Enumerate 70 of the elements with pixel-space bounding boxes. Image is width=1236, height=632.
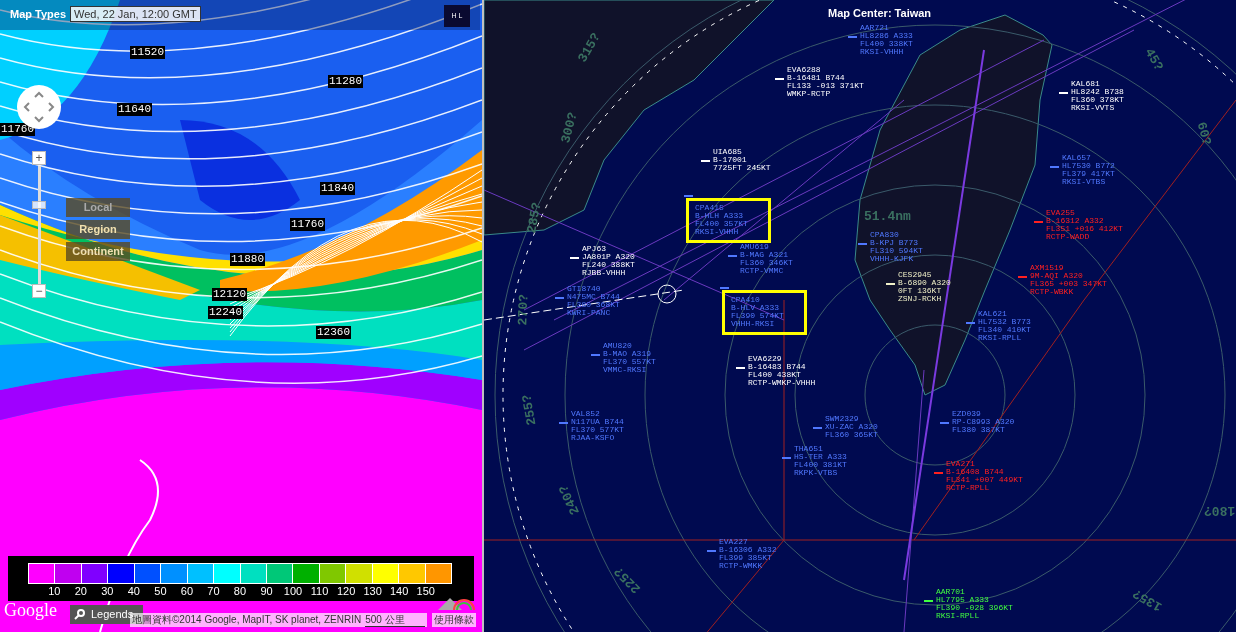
legend-label: 130 <box>363 585 382 598</box>
terms-link[interactable]: 使用條款 <box>432 613 476 627</box>
region-button[interactable]: Local <box>66 198 130 217</box>
scale-label: 500 公里 <box>365 613 425 627</box>
contour-label: 11280 <box>328 75 363 88</box>
contour-label: 12240 <box>208 306 243 319</box>
region-button[interactable]: Continent <box>66 242 130 261</box>
aircraft-data-block[interactable]: KAL681 HL8242 B738 FL360 378KT RKSI-VVTS <box>1071 80 1124 112</box>
zoom-out-button[interactable]: − <box>32 284 46 298</box>
legend-label: 140 <box>390 585 409 598</box>
map-title: Map Center: Taiwan <box>828 6 932 21</box>
arrows-icon <box>22 90 56 124</box>
aircraft-data-block[interactable]: UIA685 B-17001 7725FT 245KT <box>713 148 771 172</box>
legend-label: 20 <box>74 585 87 598</box>
legend-label: 120 <box>336 585 356 598</box>
contour-label: 12120 <box>212 288 247 301</box>
aircraft-data-block[interactable]: EVA271 B-16408 B744 FL341 +007 449KT RCTP-RPLL <box>946 460 1023 492</box>
range-label: 45? <box>1140 44 1168 75</box>
attribution-text: 地圖資料©2014 Google, MapIT, SK planet, ZENRIN <box>132 614 362 627</box>
aircraft-data-block[interactable]: EVA6288 B-16481 B744 FL133 -013 371KT WMKP-RCTP <box>787 66 864 98</box>
range-label: 270? <box>514 293 533 326</box>
legend-label: 100 <box>283 585 303 598</box>
contour-label: 12360 <box>316 326 351 339</box>
region-button[interactable]: Region <box>66 220 130 239</box>
aircraft-data-block[interactable]: AMU619 B-MAG A321 FL360 346KT RCTP-VMMC <box>740 243 793 275</box>
contour-label: 11840 <box>320 182 355 195</box>
range-label: 135? <box>1129 584 1166 616</box>
aircraft-data-block[interactable]: SWM2329 XU-ZAC A320 FL360 365KT <box>825 415 878 439</box>
search-icon <box>74 609 85 620</box>
range-label: 300? <box>557 110 582 146</box>
aircraft-data-block[interactable]: APJ63 JA801P A320 FL240 388KT RJBB-VHHH <box>582 245 635 277</box>
contour-label: 11640 <box>117 103 152 116</box>
legend-label: 10 <box>48 585 61 598</box>
aircraft-data-block[interactable]: EVA255 B-16312 A332 FL351 +016 412KT RCTP-WADD <box>1046 209 1123 241</box>
range-label: 255? <box>518 392 541 427</box>
legend-label: 110 <box>310 585 329 598</box>
contour-label: 11880 <box>230 253 265 266</box>
legend-label: 50 <box>154 585 167 598</box>
legend-label: 90 <box>260 585 273 598</box>
aircraft-data-block[interactable]: THA651 HS-TER A333 FL400 381KT RKPK-VTBS <box>794 445 847 477</box>
aircraft-data-block[interactable]: AMU820 B-MAO A319 FL370 557KT VMMC-RKSI <box>603 342 656 374</box>
aircraft-data-block[interactable]: CPA410 B-HLV A333 FL390 574KT VHHH-RKSI <box>722 290 807 335</box>
legend-label: 80 <box>233 585 247 598</box>
aircraft-data-block[interactable]: CPA830 B-KPJ B773 FL310 594KT VHHH-KJFK <box>870 231 923 263</box>
legend-label: 150 <box>416 585 435 598</box>
legend-label: 60 <box>180 585 194 598</box>
legend-label: 40 <box>127 585 140 598</box>
aircraft-data-block[interactable]: EZD039 RP-C8993 A320 FL380 387KT <box>952 410 1015 434</box>
zoom-in-button[interactable]: + <box>32 151 46 165</box>
aircraft-data-block[interactable]: AXM1519 9M-AQI A320 FL365 +003 347KT RCTP-WBKK <box>1030 264 1107 296</box>
aircraft-data-block[interactable]: KAL657 HL7530 B772 FL379 417KT RKSI-VTBS <box>1062 154 1115 186</box>
range-label: 51.4nm <box>864 208 911 226</box>
legend-label: 30 <box>101 585 114 598</box>
aircraft-data-block[interactable]: EVA227 B-16306 A332 FL399 385KT RCTP-WMKK <box>719 538 777 570</box>
range-label: 240? <box>555 481 584 518</box>
zoom-slider-thumb[interactable] <box>32 201 46 210</box>
aircraft-data-block[interactable]: AAR701 HL7795 A333 FL390 -028 396KT RKSI-RPLL <box>936 588 1013 620</box>
range-label: 60? <box>1192 119 1216 148</box>
aircraft-data-block[interactable]: VAL852 N117UA B744 FL370 577KT RJAA-KSFO <box>571 410 624 442</box>
aircraft-data-block[interactable]: KAL621 HL7532 B773 FL340 410KT RKSI-RPLL <box>978 310 1031 342</box>
map-types-button[interactable]: Map Types <box>10 6 67 23</box>
timestamp: Wed, 22 Jan, 12:00 GMT <box>70 6 201 22</box>
aircraft-data-block[interactable]: EVA6229 B-16483 B744 FL400 438KT RCTP-WMKP-VHHH <box>748 355 816 387</box>
google-logo: Google <box>4 600 57 620</box>
contour-label: 11520 <box>130 46 165 59</box>
aircraft-data-block[interactable]: AAR721 HL8286 A333 FL400 338KT RKSI-VHHH <box>860 24 913 56</box>
range-label: 180? <box>1204 501 1236 520</box>
range-label: 285? <box>523 200 546 235</box>
legend-label: 70 <box>207 585 220 598</box>
contour-label: 11760 <box>290 218 325 231</box>
